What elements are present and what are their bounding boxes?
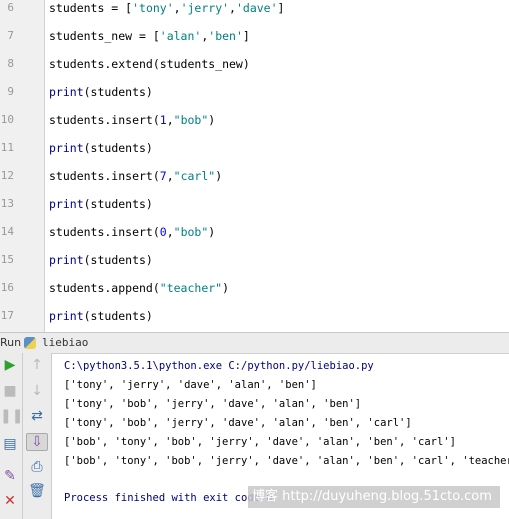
- up-arrow-icon[interactable]: ↑: [27, 357, 47, 373]
- run-side-toolbar: ▶ ■ ❚❚ ▤ ✎ ✕: [0, 353, 23, 519]
- line-number: 13: [0, 197, 14, 210]
- code-line[interactable]: print(students): [49, 141, 153, 155]
- run-toolbar: Run liebiao: [0, 332, 509, 354]
- python-icon: [24, 337, 36, 349]
- line-number: 9: [7, 85, 14, 98]
- line-number: 12: [0, 169, 14, 182]
- print-icon[interactable]: ⎙: [27, 459, 47, 475]
- rerun-icon[interactable]: ▶: [0, 357, 20, 373]
- stop-icon[interactable]: ■: [0, 383, 20, 399]
- line-number: 11: [0, 141, 14, 154]
- line-gutter: 6 7 8 9 10 11 12 13 14 15 16 17: [0, 0, 45, 332]
- pin-icon[interactable]: ✎: [0, 468, 20, 484]
- soft-wrap-icon[interactable]: ⇄: [27, 408, 47, 424]
- code-line[interactable]: print(students): [49, 85, 153, 99]
- scroll-to-end-icon[interactable]: ⇩: [26, 433, 48, 451]
- code-line[interactable]: students.append("teacher"): [49, 281, 229, 295]
- trash-icon[interactable]: 🗑: [27, 483, 47, 499]
- run-config-tab[interactable]: liebiao: [42, 333, 88, 353]
- run-label: Run: [0, 336, 22, 349]
- line-number: 7: [7, 29, 14, 42]
- console-line: ['tony', 'bob', 'jerry', 'dave', 'alan',…: [64, 417, 412, 429]
- code-line[interactable]: students.extend(students_new): [49, 57, 250, 71]
- console-command: C:\python3.5.1\python.exe C:/python.py/l…: [64, 360, 374, 372]
- line-number: 6: [7, 1, 14, 14]
- code-line[interactable]: students = ['tony','jerry','dave']: [49, 1, 284, 15]
- code-line[interactable]: print(students): [49, 309, 153, 323]
- code-line[interactable]: print(students): [49, 197, 153, 211]
- console-line: ['tony', 'bob', 'jerry', 'dave', 'alan',…: [64, 398, 362, 410]
- console-line: ['bob', 'tony', 'bob', 'jerry', 'dave', …: [64, 436, 456, 448]
- code-line[interactable]: print(students): [49, 253, 153, 267]
- layout-icon[interactable]: ▤: [0, 436, 20, 452]
- code-line[interactable]: students_new = ['alan','ben']: [49, 29, 250, 43]
- close-icon[interactable]: ✕: [0, 493, 20, 509]
- down-arrow-icon[interactable]: ↓: [27, 383, 47, 399]
- console-toolbar: ↑ ↓ ⇄ ⇩ ⎙ 🗑: [23, 353, 52, 519]
- process-finished: Process finished with exit code 0: [64, 492, 273, 504]
- code-line[interactable]: students.insert(7,"carl"): [49, 169, 222, 183]
- code-line[interactable]: students.insert(1,"bob"): [49, 113, 215, 127]
- watermark: 博客 http://duyuheng.blog.51cto.com: [248, 486, 500, 508]
- code-editor[interactable]: 6 7 8 9 10 11 12 13 14 15 16 17 students = ['tony',…: [0, 0, 509, 332]
- line-number: 16: [0, 281, 14, 294]
- line-number: 17: [0, 309, 14, 322]
- line-number: 8: [7, 57, 14, 70]
- line-number: 14: [0, 225, 14, 238]
- console-line: ['tony', 'jerry', 'dave', 'alan', 'ben']: [64, 379, 317, 391]
- line-number: 10: [0, 113, 14, 126]
- pause-icon[interactable]: ❚❚: [0, 408, 23, 424]
- console-line: ['bob', 'tony', 'bob', 'jerry', 'dave', …: [64, 455, 509, 467]
- line-number: 15: [0, 253, 14, 266]
- code-line[interactable]: students.insert(0,"bob"): [49, 225, 215, 239]
